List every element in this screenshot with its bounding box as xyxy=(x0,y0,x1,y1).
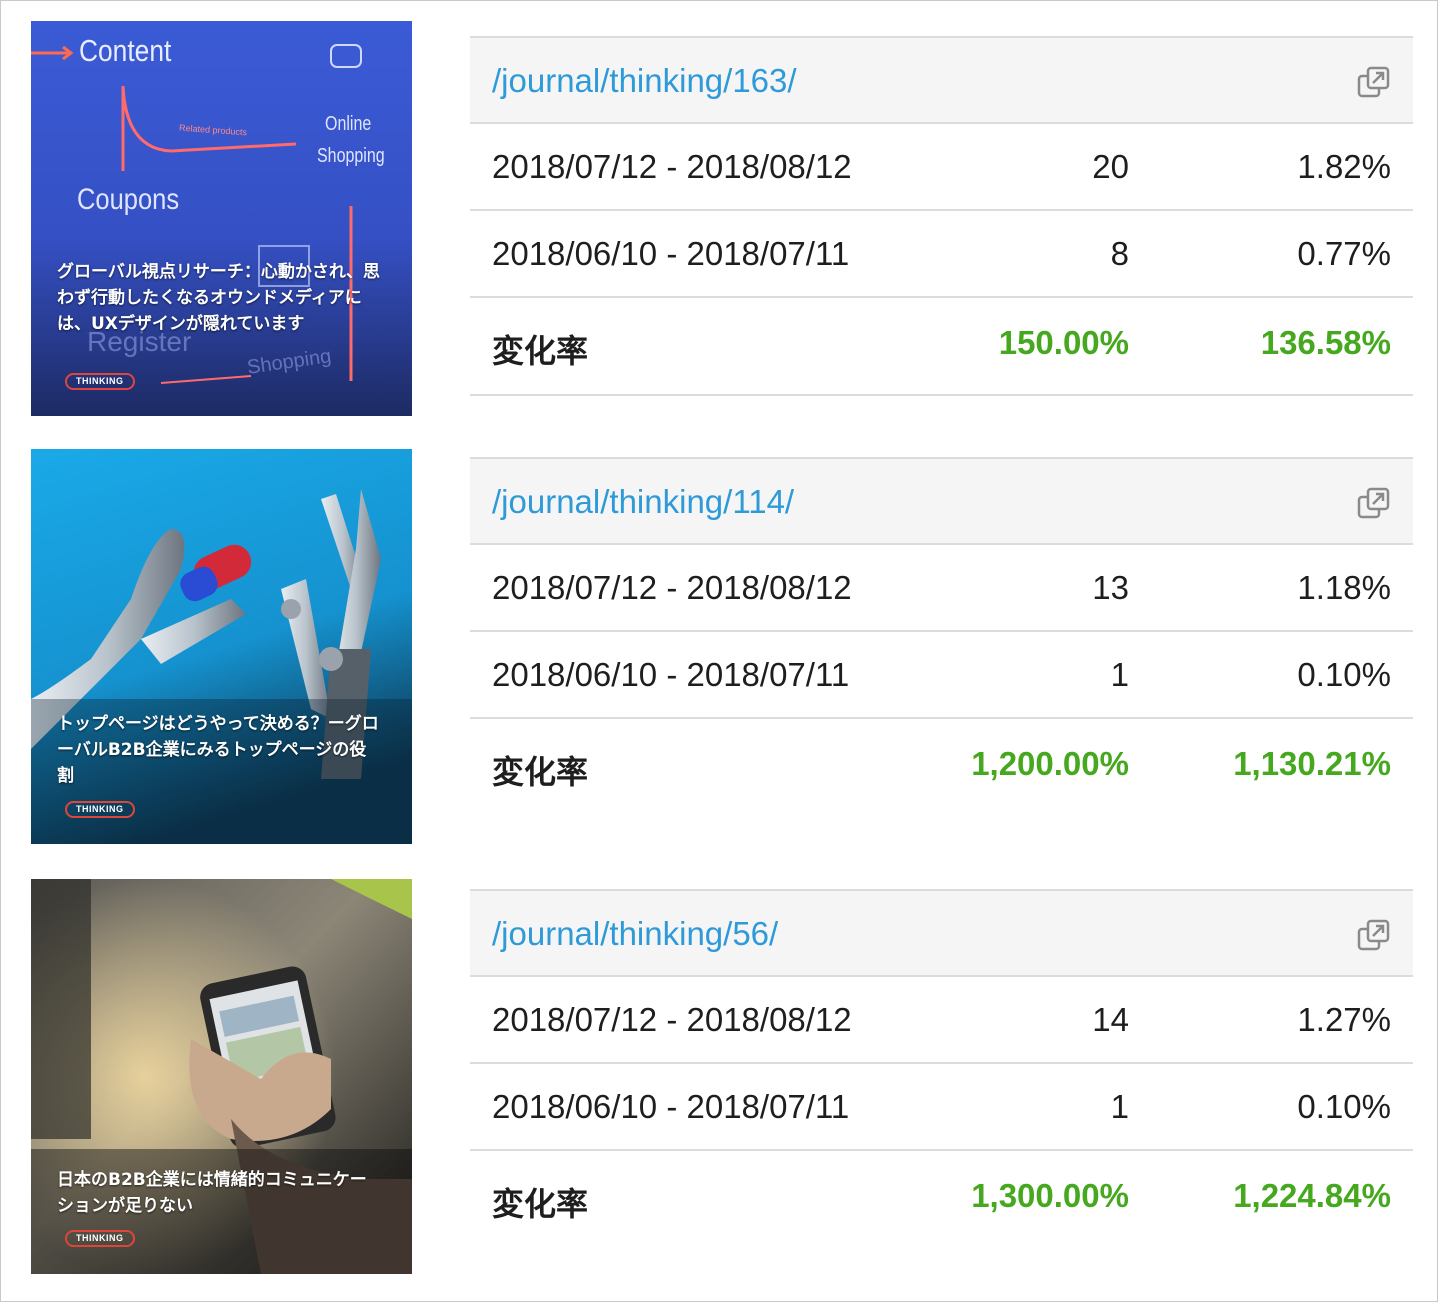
article-thumbnail[interactable]: トップページはどうやって決める？ーグローバルB2B企業にみるトップページの役割 … xyxy=(31,449,412,844)
count-change-value: 1,200.00% xyxy=(971,745,1129,782)
category-tag: THINKING xyxy=(65,801,135,818)
count-value: 8 xyxy=(1110,235,1129,272)
thumbnail-scene-shopping: Shopping xyxy=(317,145,385,167)
article-thumbnail[interactable]: 日本のB2B企業には情緒的コミュニケーションが足りない THINKING xyxy=(31,879,412,1274)
page-url-link[interactable]: /journal/thinking/56/ xyxy=(492,915,778,953)
change-rate-row: 変化率 1,300.00% 1,224.84% xyxy=(470,1151,1413,1249)
external-link-icon[interactable] xyxy=(1357,919,1391,958)
rate-value: 1.18% xyxy=(1297,569,1391,606)
period-row: 2018/07/12 - 2018/08/12 14 1.27% xyxy=(470,977,1413,1064)
period-label: 2018/07/12 - 2018/08/12 xyxy=(492,569,852,606)
period-label: 2018/06/10 - 2018/07/11 xyxy=(492,235,850,272)
change-rate-label: 変化率 xyxy=(492,753,589,791)
rate-value: 0.10% xyxy=(1297,656,1391,693)
thumbnail-scene-coupons: Coupons xyxy=(77,183,180,216)
article-thumbnail[interactable]: Content Coupons Online Shopping Related … xyxy=(31,21,412,416)
count-value: 14 xyxy=(1092,1001,1129,1038)
count-change-value: 1,300.00% xyxy=(971,1177,1129,1214)
stats-panel: /journal/thinking/56/ 2018/07/12 - 2018/… xyxy=(470,889,1413,1249)
url-header: /journal/thinking/163/ xyxy=(470,36,1413,124)
change-rate-label: 変化率 xyxy=(492,332,589,370)
category-tag: THINKING xyxy=(65,1230,135,1247)
thumbnail-title: トップページはどうやって決める？ーグローバルB2B企業にみるトップページの役割 xyxy=(57,714,379,786)
rate-value: 1.82% xyxy=(1297,148,1391,185)
rate-value: 1.27% xyxy=(1297,1001,1391,1038)
rate-change-value: 1,130.21% xyxy=(1233,745,1391,782)
rate-change-value: 1,224.84% xyxy=(1233,1177,1391,1214)
count-value: 1 xyxy=(1110,1088,1129,1125)
rate-change-value: 136.58% xyxy=(1260,324,1391,361)
count-value: 20 xyxy=(1092,148,1129,185)
count-change-value: 150.00% xyxy=(998,324,1129,361)
period-row: 2018/07/12 - 2018/08/12 13 1.18% xyxy=(470,545,1413,632)
category-tag: THINKING xyxy=(65,373,135,390)
thumbnail-scene-content: Content xyxy=(79,33,172,68)
change-rate-row: 変化率 150.00% 136.58% xyxy=(470,298,1413,396)
thumbnail-scene-online: Online xyxy=(325,113,372,135)
page-url-link[interactable]: /journal/thinking/114/ xyxy=(492,483,794,521)
period-label: 2018/07/12 - 2018/08/12 xyxy=(492,148,852,185)
rate-value: 0.77% xyxy=(1297,235,1391,272)
url-header: /journal/thinking/114/ xyxy=(470,457,1413,545)
period-label: 2018/06/10 - 2018/07/11 xyxy=(492,1088,850,1125)
page-url-link[interactable]: /journal/thinking/163/ xyxy=(492,62,797,100)
thumbnail-title: グローバル視点リサーチ：心動かされ、思わず行動したくなるオウンドメディアには、U… xyxy=(57,262,380,334)
rate-value: 0.10% xyxy=(1297,1088,1391,1125)
period-row: 2018/07/12 - 2018/08/12 20 1.82% xyxy=(470,124,1413,211)
change-rate-row: 変化率 1,200.00% 1,130.21% xyxy=(470,719,1413,817)
stats-panel: /journal/thinking/114/ 2018/07/12 - 2018… xyxy=(470,457,1413,817)
thumbnail-title: 日本のB2B企業には情緒的コミュニケーションが足りない xyxy=(57,1170,367,1216)
period-row: 2018/06/10 - 2018/07/11 1 0.10% xyxy=(470,632,1413,719)
change-rate-label: 変化率 xyxy=(492,1185,589,1223)
period-label: 2018/06/10 - 2018/07/11 xyxy=(492,656,850,693)
count-value: 1 xyxy=(1110,656,1129,693)
count-value: 13 xyxy=(1092,569,1129,606)
external-link-icon[interactable] xyxy=(1357,487,1391,526)
period-label: 2018/07/12 - 2018/08/12 xyxy=(492,1001,852,1038)
stats-panel: /journal/thinking/163/ 2018/07/12 - 2018… xyxy=(470,36,1413,396)
period-row: 2018/06/10 - 2018/07/11 8 0.77% xyxy=(470,211,1413,298)
url-header: /journal/thinking/56/ xyxy=(470,889,1413,977)
external-link-icon[interactable] xyxy=(1357,66,1391,105)
period-row: 2018/06/10 - 2018/07/11 1 0.10% xyxy=(470,1064,1413,1151)
